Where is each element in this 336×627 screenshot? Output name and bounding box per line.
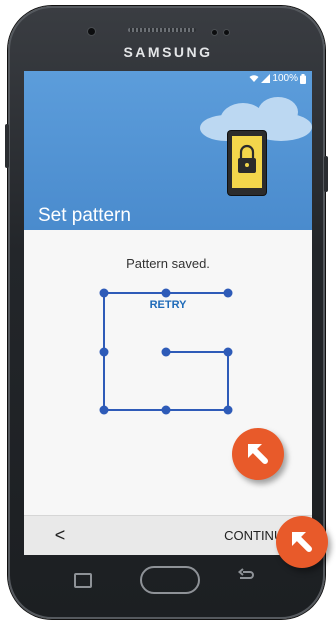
battery-percent: 100%	[272, 73, 298, 84]
tablet-illustration	[228, 131, 266, 195]
pattern-dot[interactable]	[161, 347, 171, 357]
signal-icon	[261, 74, 271, 83]
pattern-dot[interactable]	[161, 405, 171, 415]
hint-arrow-pattern	[232, 428, 284, 480]
pattern-dot[interactable]	[223, 405, 233, 415]
back-key-icon[interactable]	[236, 568, 254, 584]
pointer-arrow-icon	[248, 444, 268, 464]
battery-icon	[300, 73, 306, 84]
light-sensor	[224, 30, 229, 35]
padlock-icon	[238, 144, 256, 173]
pattern-dot[interactable]	[99, 405, 109, 415]
device-screen: 100% Set pattern Pattern saved. RETRY < …	[24, 71, 312, 555]
wifi-icon	[249, 75, 259, 82]
proximity-sensor	[212, 30, 217, 35]
footer-bar: < CONTINUE	[24, 515, 312, 555]
earpiece-speaker	[128, 28, 196, 32]
pattern-dot[interactable]	[99, 347, 109, 357]
pattern-dot[interactable]	[99, 288, 109, 298]
volume-button	[5, 124, 9, 168]
pattern-dot[interactable]	[161, 288, 171, 298]
pattern-dot[interactable]	[223, 347, 233, 357]
pointer-arrow-icon	[292, 532, 312, 552]
status-bar: 100%	[249, 73, 306, 84]
device-brand: SAMSUNG	[123, 44, 213, 60]
app-header: 100% Set pattern	[24, 71, 312, 230]
hint-arrow-continue	[276, 516, 328, 568]
front-camera	[88, 28, 95, 35]
back-button[interactable]: <	[50, 525, 70, 545]
page-title: Set pattern	[38, 205, 131, 226]
pattern-dot[interactable]	[223, 288, 233, 298]
power-button	[324, 156, 328, 192]
home-key[interactable]	[140, 566, 200, 594]
cloud-shape	[258, 97, 298, 127]
recent-apps-key[interactable]	[74, 573, 92, 588]
